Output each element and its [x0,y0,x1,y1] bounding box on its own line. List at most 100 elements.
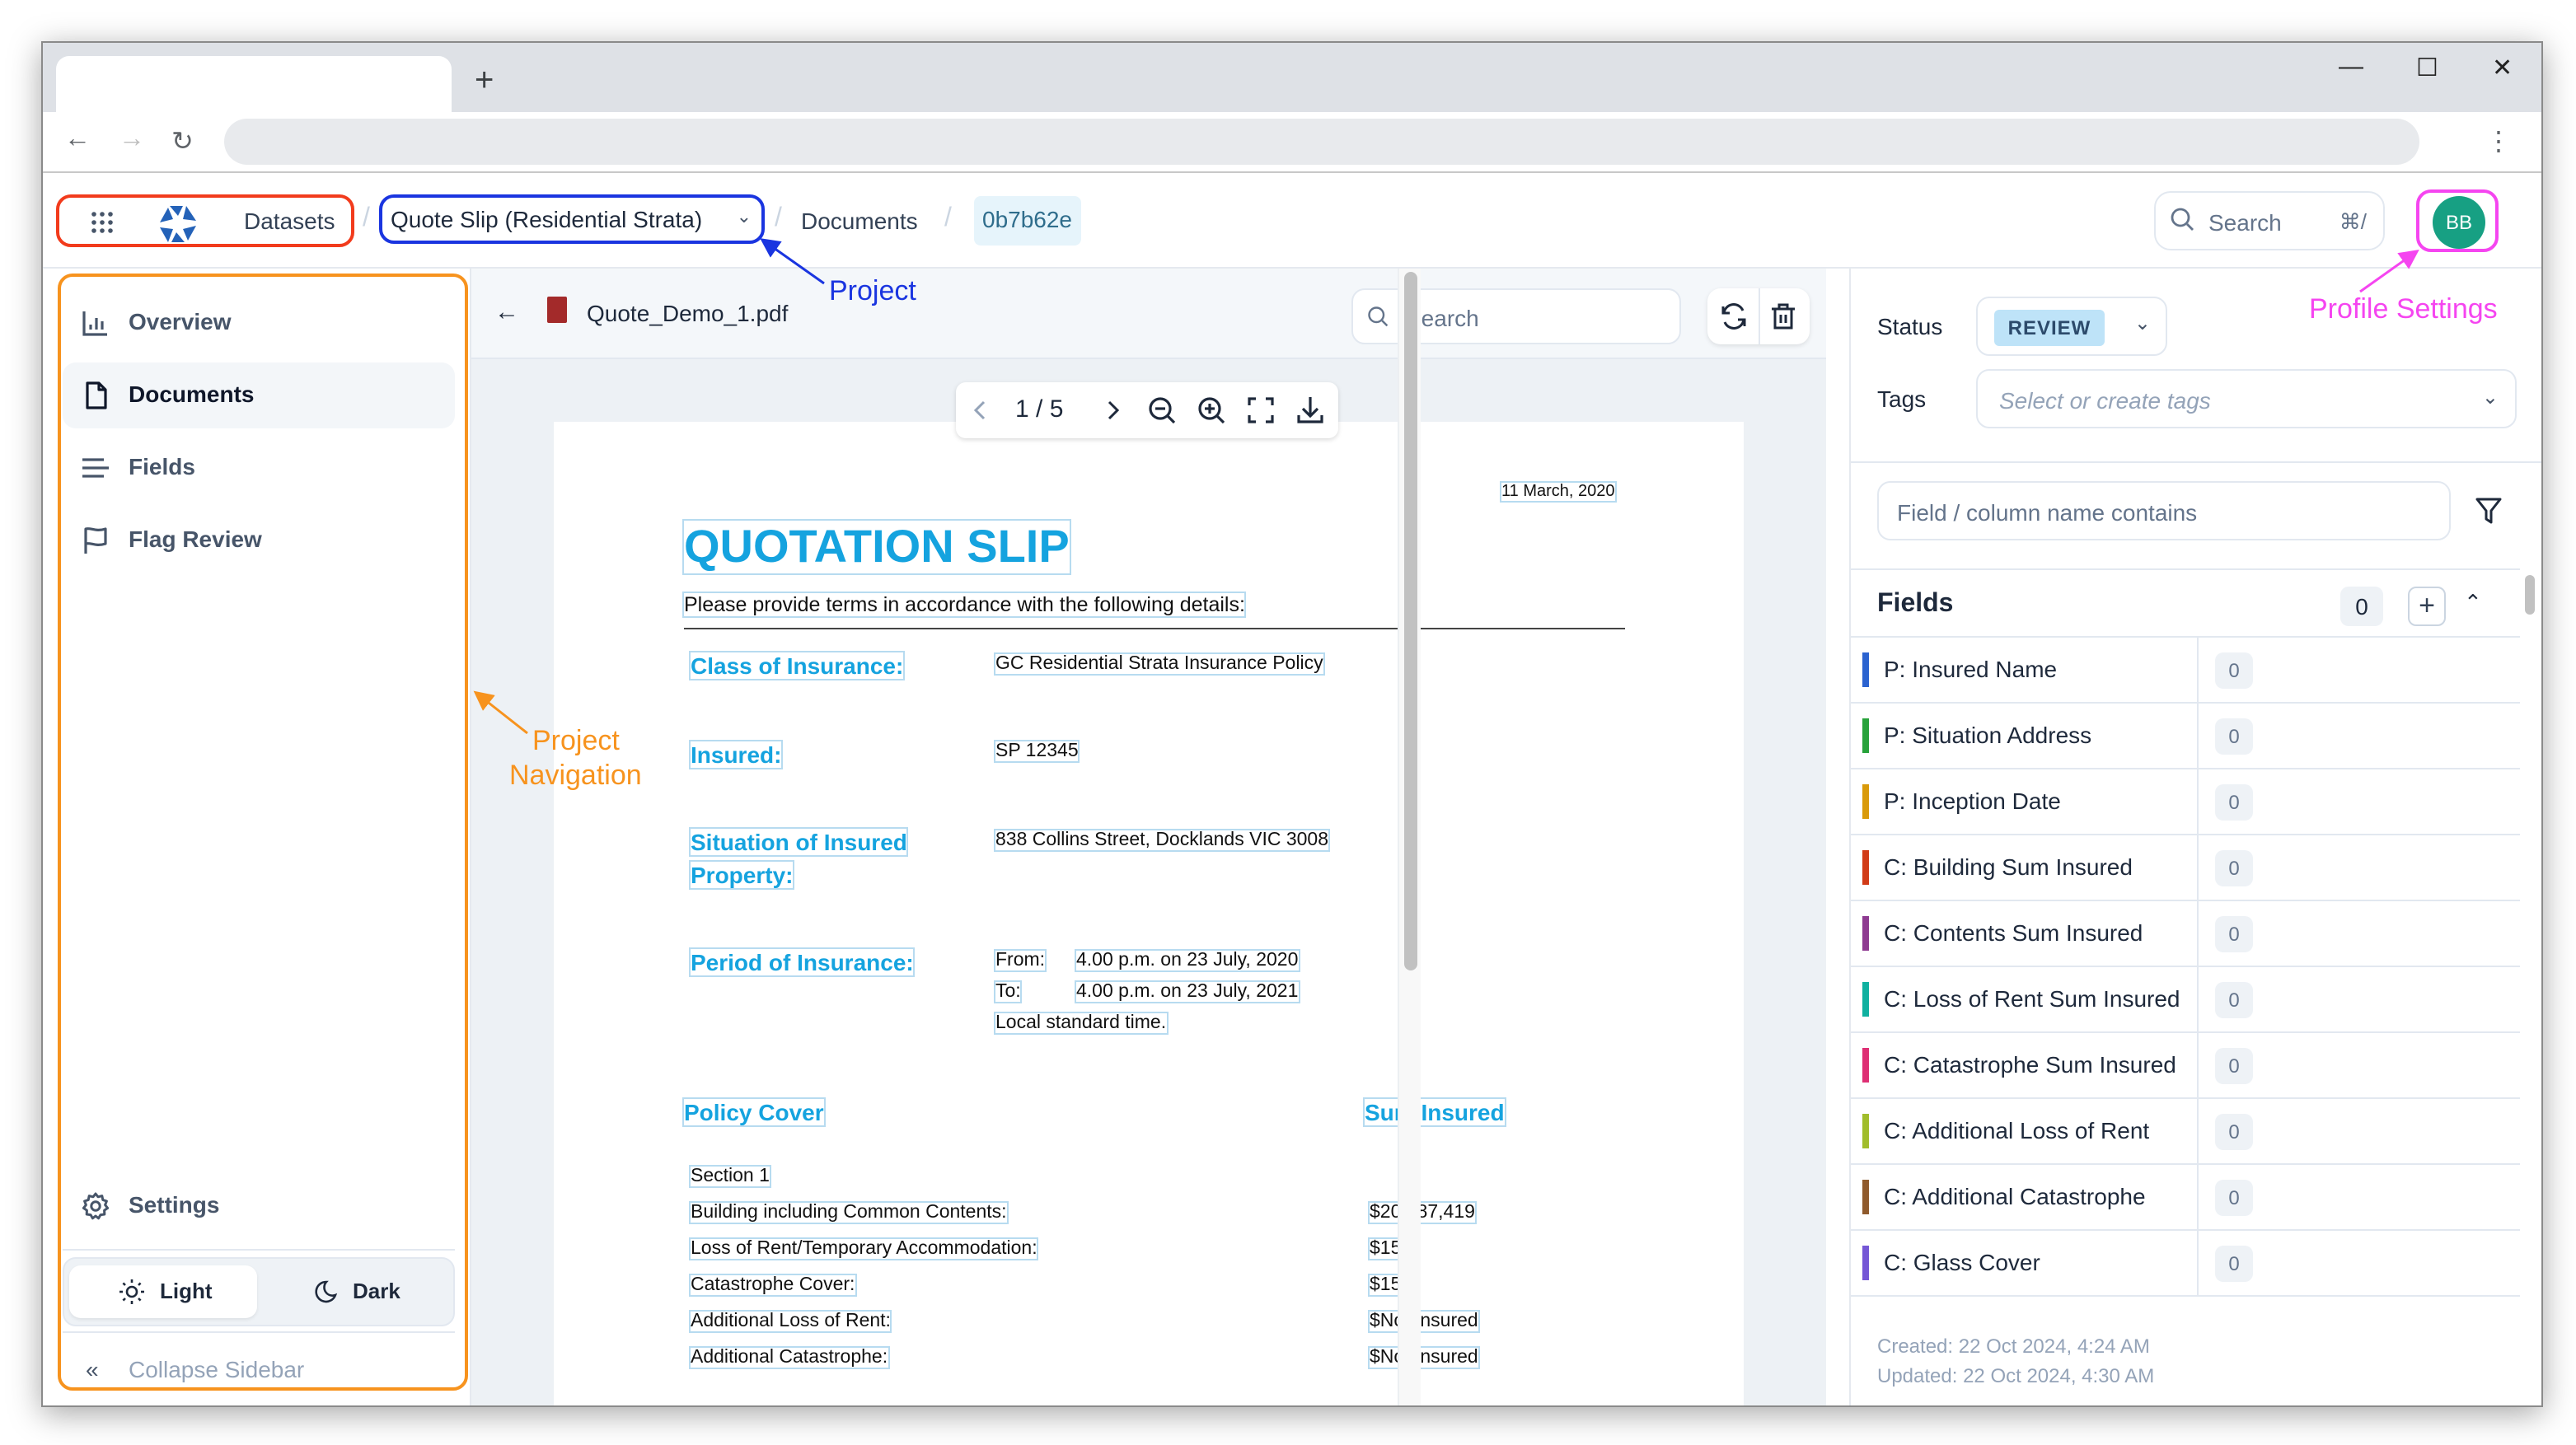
pdf-cover-value[interactable]: $Not Insured [1368,1346,1480,1369]
back-arrow-icon[interactable]: ← [494,298,519,326]
apps-grid-icon[interactable] [89,209,115,236]
pdf-sum-insured-header[interactable]: Sum Insured [1363,1097,1506,1127]
zoom-out-icon[interactable] [1147,395,1177,425]
pdf-situation-label[interactable]: Situation of Insured [688,827,909,857]
moon-icon [315,1280,338,1303]
pdf-situation-value[interactable]: 838 Collins Street, Docklands VIC 3008 [994,829,1330,852]
pdf-cover-item[interactable]: Additional Loss of Rent: [688,1310,892,1333]
pdf-cover-item[interactable]: Catastrophe Cover: [689,1274,857,1297]
file-icon [86,381,107,409]
pdf-cover-item[interactable]: Building including Common Contents: [689,1201,1009,1224]
field-row[interactable]: C: Additional Catastrophe 0 [1851,1165,2520,1231]
sidebar-item-settings[interactable]: Settings [63,1173,455,1239]
avatar[interactable]: BB [2433,196,2485,249]
field-row[interactable]: P: Situation Address 0 [1851,704,2520,769]
field-value-cell: 0 [2199,1033,2520,1097]
pdf-from-value[interactable]: 4.00 p.m. on 23 July, 2020 [1075,949,1300,972]
sidebar: Overview Documents Fields Flag Review Se… [43,269,471,1405]
pdf-cover-item[interactable]: Loss of Rent/Temporary Accommodation: [688,1237,1039,1260]
chevron-down-icon: ⌄ [736,208,752,227]
new-tab-button[interactable]: + [475,63,494,101]
pdf-situation-label[interactable]: Property: [688,860,795,890]
pdf-policy-cover-header[interactable]: Policy Cover [682,1097,826,1127]
datasets-home-link[interactable]: Datasets [56,194,354,247]
search-shortcut: ⌘/ [2339,209,2367,234]
prev-page-icon[interactable] [966,395,995,425]
screenshot-stage: + — ☐ ✕ ← → ↻ ⋮ Datasets / Quote Slip (R… [0,0,2576,1445]
field-row[interactable]: C: Building Sum Insured 0 [1851,835,2520,901]
sidebar-item-overview[interactable]: Overview [63,290,455,356]
viewer-scroll-thumb[interactable] [1404,272,1417,970]
pdf-to-label[interactable]: To: [993,980,1023,1003]
field-row[interactable]: P: Insured Name 0 [1851,638,2520,704]
maximize-button[interactable]: ☐ [2416,53,2438,82]
field-name: C: Building Sum Insured [1884,853,2133,880]
created-timestamp: Created: 22 Oct 2024, 4:24 AM [1877,1335,2150,1358]
pdf-title[interactable]: QUOTATION SLIP [682,519,1071,575]
theme-dark-button[interactable]: Dark [262,1265,450,1318]
browser-menu-icon[interactable]: ⋮ [2485,125,2512,158]
fields-title: Fields [1877,590,1954,618]
pdf-time-note[interactable]: Local standard time. [994,1012,1169,1035]
close-window-button[interactable]: ✕ [2492,53,2513,82]
reload-icon[interactable]: ↻ [171,125,194,158]
chevron-up-icon[interactable]: ⌃ [2464,590,2482,616]
fullscreen-icon[interactable] [1246,395,1276,425]
project-name: Quote Slip (Residential Strata) [391,206,703,232]
profile-settings-button[interactable]: BB [2416,189,2499,252]
minimize-button[interactable]: — [2339,53,2363,81]
fields-scrollbar[interactable] [2523,568,2536,1300]
sidebar-item-flag-review[interactable]: Flag Review [63,507,455,573]
breadcrumb-separator: / [775,204,782,232]
browser-tab[interactable] [56,56,452,112]
field-row[interactable]: C: Contents Sum Insured 0 [1851,901,2520,967]
pdf-intro[interactable]: Please provide terms in accordance with … [681,592,1247,618]
field-count-badge: 0 [2215,915,2253,952]
download-icon[interactable] [1295,395,1325,425]
status-dropdown[interactable]: REVIEW ⌄ [1976,297,2167,356]
viewer-scrollbar[interactable] [1398,269,1421,1405]
field-name: P: Inception Date [1884,788,2061,814]
pdf-section-label[interactable]: Section 1 [689,1165,771,1188]
pdf-class-value[interactable]: GC Residential Strata Insurance Policy [994,652,1325,676]
breadcrumb-documents[interactable]: Documents [801,208,918,234]
pdf-insured-value[interactable]: SP 12345 [993,740,1080,763]
field-row[interactable]: C: Loss of Rent Sum Insured 0 [1851,967,2520,1033]
trash-icon[interactable] [1768,302,1798,331]
pdf-class-label[interactable]: Class of Insurance: [688,651,906,680]
global-search-input[interactable]: Search ⌘/ [2154,191,2385,250]
pdf-cover-value[interactable]: $Not Insured [1368,1310,1480,1333]
field-value-cell: 0 [2199,1165,2520,1229]
add-field-button[interactable]: + [2408,587,2446,626]
document-details-panel: Status REVIEW ⌄ Tags Select or create ta… [1849,269,2541,1405]
field-row[interactable]: C: Additional Loss of Rent 0 [1851,1099,2520,1165]
pdf-insured-label[interactable]: Insured: [688,740,784,769]
breadcrumb-document-id[interactable]: 0b7b62e [974,196,1081,246]
fields-scroll-thumb[interactable] [2525,575,2535,615]
refresh-icon[interactable] [1719,302,1749,331]
pdf-period-label[interactable]: Period of Insurance: [688,947,916,977]
theme-light-button[interactable]: Light [69,1265,257,1318]
back-nav-icon[interactable]: ← [64,125,91,155]
pdf-to-value[interactable]: 4.00 p.m. on 23 July, 2021 [1075,980,1300,1003]
field-row[interactable]: C: Glass Cover 0 [1851,1231,2520,1297]
pdf-date[interactable]: 11 March, 2020 [1500,481,1617,503]
filter-icon[interactable] [2474,496,2503,526]
tags-dropdown[interactable]: Select or create tags ⌄ [1976,369,2517,428]
field-filter-input[interactable]: Field / column name contains [1877,481,2451,540]
field-color-bar [1862,1180,1869,1214]
sidebar-item-fields[interactable]: Fields [63,435,455,501]
project-selector[interactable]: Quote Slip (Residential Strata) ⌄ [379,194,765,244]
address-bar[interactable] [224,119,2419,165]
next-page-icon[interactable] [1098,395,1127,425]
collapse-sidebar-button[interactable]: « Collapse Sidebar [63,1340,455,1399]
field-row[interactable]: P: Inception Date 0 [1851,769,2520,835]
project-annotation: Project [829,275,916,306]
sidebar-item-documents[interactable]: Documents [63,362,455,428]
forward-nav-icon[interactable]: → [119,125,145,155]
pdf-cover-item[interactable]: Additional Catastrophe: [689,1346,890,1369]
zoom-in-icon[interactable] [1197,395,1226,425]
field-row[interactable]: C: Catastrophe Sum Insured 0 [1851,1033,2520,1099]
pdf-cover-value[interactable]: $20,287,419 [1368,1201,1477,1224]
pdf-from-label[interactable]: From: [993,949,1047,972]
